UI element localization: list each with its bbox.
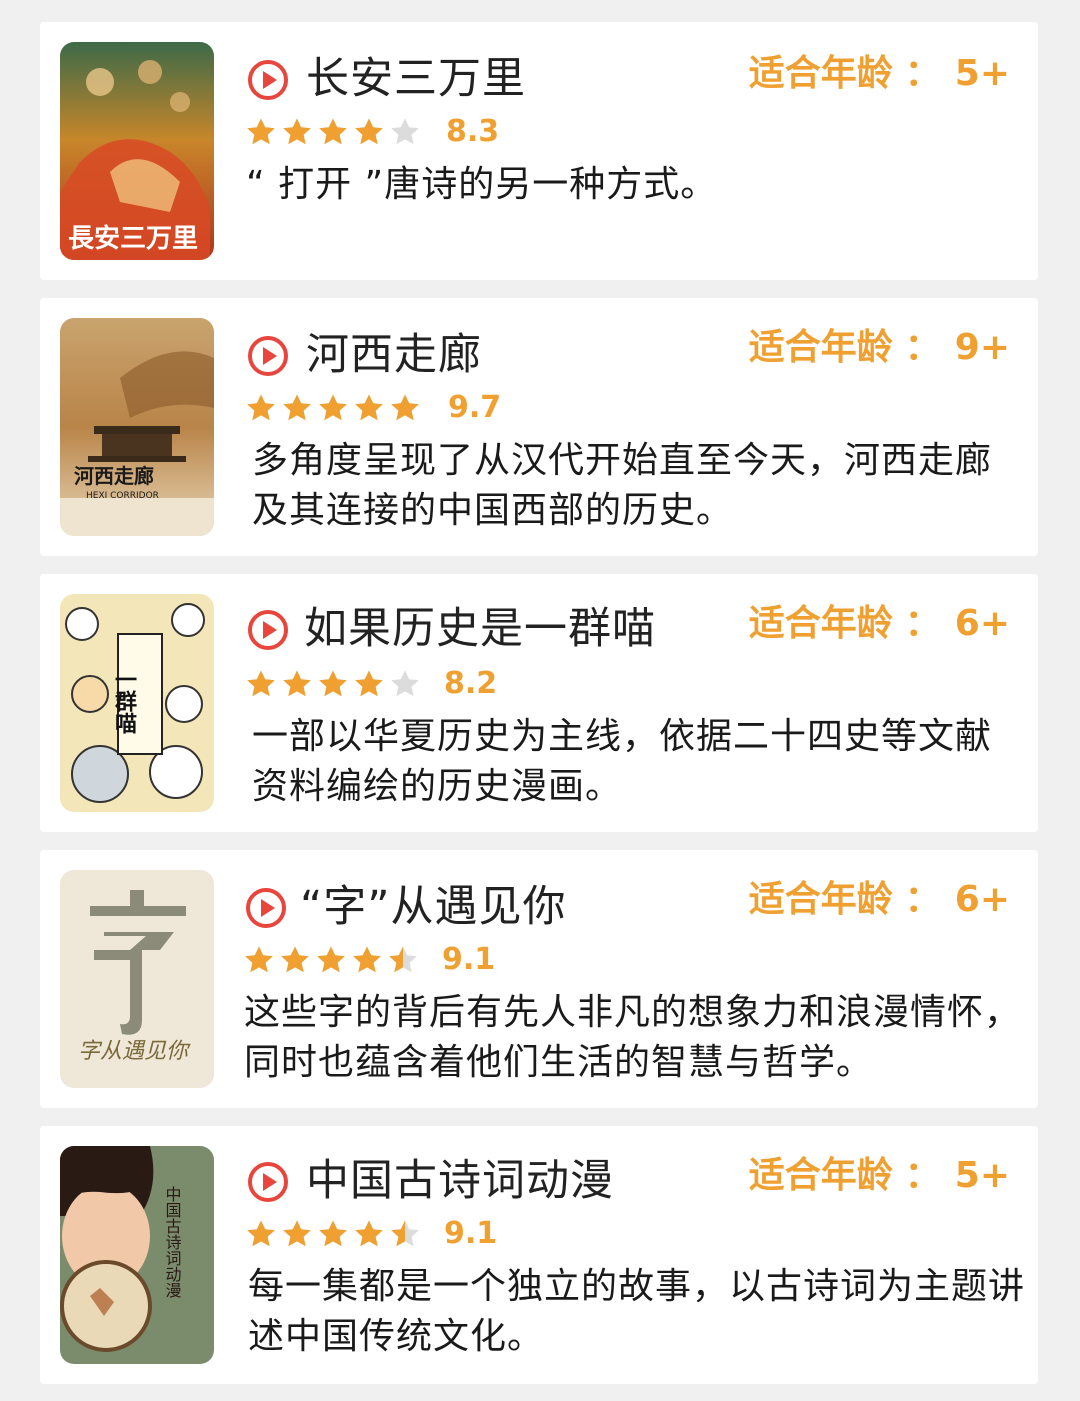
- age-value: 6+: [954, 879, 1010, 920]
- star-rating: [246, 392, 426, 424]
- poster-image[interactable]: 字从遇见你: [60, 870, 214, 1088]
- star-full-icon: [355, 394, 383, 421]
- age-label: 适合年龄: [748, 879, 893, 920]
- star-full-icon: [355, 670, 383, 697]
- star-full-icon: [247, 670, 275, 697]
- star-full-icon: [319, 118, 347, 145]
- star-rating: [246, 1218, 426, 1250]
- star-rating: [246, 116, 426, 148]
- star-full-icon: [391, 394, 419, 421]
- svg-text:河西走廊: 河西走廊: [74, 464, 154, 488]
- svg-text:字从遇见你: 字从遇见你: [78, 1039, 191, 1064]
- star-full-icon: [247, 118, 275, 145]
- svg-text:HEXI CORRIDOR: HEXI CORRIDOR: [86, 491, 159, 501]
- svg-text:長安三万里: 長安三万里: [68, 224, 198, 254]
- item-title[interactable]: “字”从遇见你: [300, 882, 567, 932]
- item-title[interactable]: 中国古诗词动漫: [306, 1156, 614, 1206]
- age-separator: ：: [904, 1155, 941, 1196]
- star-rating: [246, 668, 426, 700]
- age-rating: 适合年龄 ： 5+: [749, 52, 1010, 96]
- rating-score: 8.3: [446, 114, 500, 149]
- age-label: 适合年龄: [748, 603, 893, 644]
- star-full-icon: [281, 946, 309, 973]
- star-full-icon: [283, 118, 311, 145]
- item-description: “ 打开 ”唐诗的另一种方式。: [246, 164, 718, 205]
- star-full-icon: [353, 946, 381, 973]
- age-value: 5+: [954, 53, 1010, 94]
- age-separator: ：: [904, 879, 941, 920]
- star-full-icon: [283, 670, 311, 697]
- anime-poster-poetry: 中国古诗词动漫: [60, 1146, 214, 1364]
- star-full-icon: [317, 946, 345, 973]
- age-rating: 适合年龄 ： 5+: [749, 1154, 1010, 1198]
- star-empty-icon: [391, 118, 419, 145]
- star-full-icon: [283, 1220, 311, 1247]
- item-title[interactable]: 河西走廊: [306, 330, 482, 380]
- age-value: 9+: [954, 327, 1010, 368]
- play-icon[interactable]: [246, 58, 290, 102]
- poster-character-zi: 字从遇见你: [60, 870, 214, 1088]
- list-item[interactable]: 河西走廊 HEXI CORRIDOR 河西走廊 适合年龄 ： 9+ 9.7 多角度呈…: [40, 298, 1038, 556]
- item-description: 这些字的背后有先人非凡的想象力和浪漫情怀，同时也蕴含着他们生活的智慧与哲学。: [244, 992, 1022, 1083]
- star-full-icon: [245, 946, 273, 973]
- play-icon[interactable]: [244, 886, 288, 930]
- poster-image[interactable]: 一群喵: [60, 594, 214, 812]
- play-icon[interactable]: [246, 608, 290, 652]
- age-label: 适合年龄: [748, 53, 893, 94]
- star-full-icon: [355, 118, 383, 145]
- play-icon[interactable]: [246, 1160, 290, 1204]
- item-title[interactable]: 如果历史是一群喵: [304, 604, 656, 654]
- list-item[interactable]: 一群喵 如果历史是一群喵 适合年龄 ： 6+ 8.2 一部以华夏历史为主线，依据二十…: [40, 574, 1038, 832]
- play-icon[interactable]: [246, 334, 290, 378]
- age-value: 6+: [954, 603, 1010, 644]
- rating-score: 8.2: [444, 666, 498, 701]
- item-description: 一部以华夏历史为主线，依据二十四史等文献资料编绘的历史漫画。: [252, 716, 993, 807]
- age-value: 5+: [954, 1155, 1010, 1196]
- cartoon-poster-cats: 一群喵: [60, 594, 214, 812]
- list-item[interactable]: 字从遇见你 “字”从遇见你 适合年龄 ： 6+ 9.1 这些字的背后有先人非凡的想象…: [40, 850, 1038, 1108]
- rating-score: 9.7: [448, 390, 502, 425]
- age-label: 适合年龄: [748, 1155, 893, 1196]
- poster-image[interactable]: 長安三万里: [60, 42, 214, 260]
- age-separator: ：: [904, 603, 941, 644]
- star-full-icon: [319, 670, 347, 697]
- age-rating: 适合年龄 ： 6+: [749, 878, 1010, 922]
- svg-text:一群喵: 一群喵: [111, 668, 137, 735]
- star-empty-icon: [391, 670, 419, 697]
- star-full-icon: [247, 394, 275, 421]
- svg-text:中国古诗词动漫: 中国古诗词动漫: [163, 1186, 182, 1298]
- star-full-icon: [355, 1220, 383, 1247]
- recommendation-list: 長安三万里 长安三万里 适合年龄 ： 5+ 8.3 “ 打开 ”唐诗的另一种方式。: [0, 0, 1080, 1401]
- item-title[interactable]: 长安三万里: [306, 54, 526, 104]
- star-rating: [244, 944, 424, 976]
- item-description: 每一集都是一个独立的故事，以古诗词为主题讲述中国传统文化。: [248, 1266, 1026, 1357]
- poster-image[interactable]: 河西走廊 HEXI CORRIDOR: [60, 318, 214, 536]
- star-half-icon: [391, 1220, 419, 1247]
- rating-score: 9.1: [442, 942, 496, 977]
- poster-image[interactable]: 中国古诗词动漫: [60, 1146, 214, 1364]
- star-full-icon: [319, 394, 347, 421]
- star-half-icon: [389, 946, 417, 973]
- item-description: 多角度呈现了从汉代开始直至今天，河西走廊及其连接的中国西部的历史。: [252, 440, 993, 531]
- age-rating: 适合年龄 ： 9+: [749, 326, 1010, 370]
- list-item[interactable]: 中国古诗词动漫 中国古诗词动漫 适合年龄 ： 5+ 9.1 每一集都是一个独立的故事…: [40, 1126, 1038, 1384]
- documentary-poster-hexi: 河西走廊 HEXI CORRIDOR: [60, 318, 214, 536]
- age-separator: ：: [904, 53, 941, 94]
- list-item[interactable]: 長安三万里 长安三万里 适合年龄 ： 5+ 8.3 “ 打开 ”唐诗的另一种方式。: [40, 22, 1038, 280]
- age-label: 适合年龄: [748, 327, 893, 368]
- star-full-icon: [283, 394, 311, 421]
- star-full-icon: [319, 1220, 347, 1247]
- age-separator: ：: [904, 327, 941, 368]
- movie-poster-changan: 長安三万里: [60, 42, 214, 260]
- rating-score: 9.1: [444, 1216, 498, 1251]
- star-full-icon: [247, 1220, 275, 1247]
- age-rating: 适合年龄 ： 6+: [749, 602, 1010, 646]
